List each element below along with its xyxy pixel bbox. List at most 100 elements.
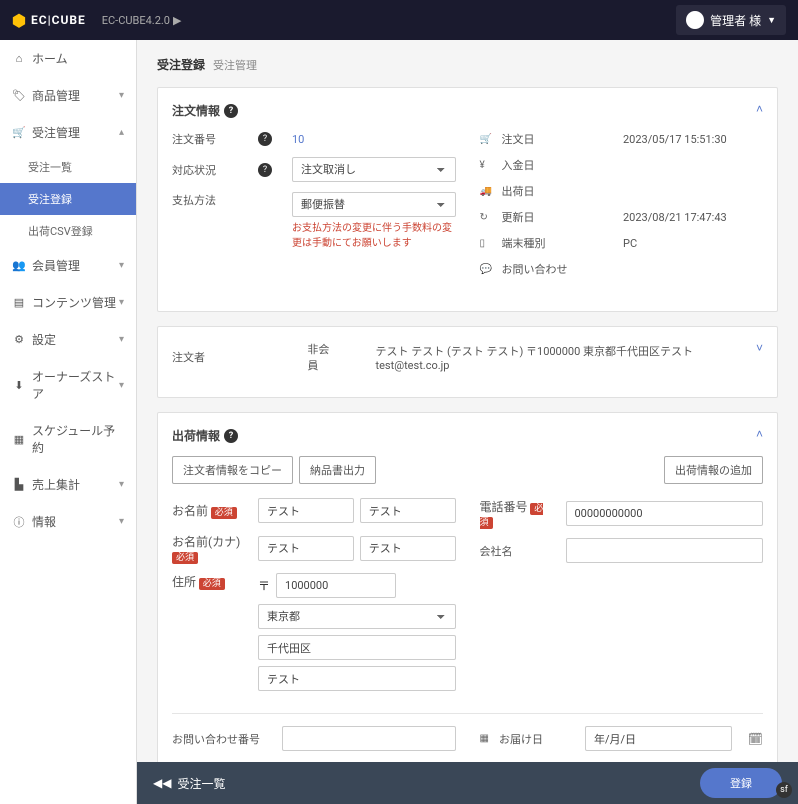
user-menu[interactable]: 管理者 様 ▼ — [676, 5, 786, 35]
users-icon: 👥 — [12, 259, 26, 272]
back-link[interactable]: ◀◀ 受注一覧 — [153, 775, 225, 792]
chart-icon: ▙ — [12, 478, 26, 491]
name-label: お名前 必須 — [172, 502, 248, 519]
sidebar-item-info[interactable]: ⓘ情報▾ — [0, 503, 136, 540]
customer-card: 注文者 非会員 テスト テスト (テスト テスト) 〒1000000 東京都千代… — [157, 326, 778, 398]
tel-label: 電話番号 必須 — [480, 498, 556, 528]
customer-label: 注文者 — [172, 349, 248, 365]
chevron-up-icon: ▴ — [119, 127, 124, 138]
payment-label: 支払方法 — [172, 192, 248, 208]
collapse-icon[interactable]: ˄ — [756, 102, 763, 116]
device-label: 端末種別 — [502, 235, 546, 251]
order-no-label: 注文番号 — [172, 131, 248, 147]
tel-input[interactable] — [566, 501, 764, 526]
yen-icon: ¥ — [480, 160, 492, 171]
double-chevron-left-icon: ◀◀ — [153, 776, 171, 790]
slip-output-button[interactable]: 納品書出力 — [299, 456, 376, 484]
order-date-value: 2023/05/17 15:51:30 — [623, 133, 763, 146]
chevron-down-icon: ▼ — [767, 15, 776, 26]
cart-icon: 🛒 — [12, 126, 26, 139]
payment-select[interactable]: 郵便振替 — [292, 192, 456, 217]
device-value: PC — [623, 237, 763, 250]
user-label: 管理者 様 — [710, 12, 761, 29]
copy-customer-button[interactable]: 注文者情報をコピー — [172, 456, 293, 484]
city-input[interactable] — [258, 635, 456, 660]
kana1-input[interactable] — [258, 536, 354, 561]
main-content: 受注登録 受注管理 注文情報 ? ˄ 注文番号 ? 10 対応状況 — [137, 40, 798, 762]
sidebar: ⌂ホーム 🏷商品管理▾ 🛒受注管理▴ 受注一覧 受注登録 出荷CSV登録 👥会員… — [0, 40, 137, 804]
help-icon[interactable]: ? — [224, 429, 238, 443]
chat-icon: 💬 — [480, 264, 492, 275]
app-logo: ⬢ EC|CUBE — [12, 11, 86, 30]
register-button[interactable]: 登録 — [700, 768, 782, 798]
payment-date-label: 入金日 — [502, 157, 535, 173]
payment-note: お支払方法の変更に伴う手数料の変更は手動にてお願いします — [292, 219, 456, 249]
delivery-date-label: お届け日 — [499, 731, 575, 747]
name1-input[interactable] — [258, 498, 354, 523]
name2-input[interactable] — [360, 498, 456, 523]
pref-select[interactable]: 東京都 — [258, 604, 456, 629]
collapse-icon[interactable]: ˄ — [756, 427, 763, 441]
calendar-icon: ▦ — [12, 433, 26, 446]
chevron-down-icon: ▾ — [119, 260, 124, 271]
user-icon — [686, 11, 704, 29]
help-icon[interactable]: ? — [224, 104, 238, 118]
logo-text: EC|CUBE — [31, 13, 86, 27]
chevron-down-icon: ▾ — [119, 516, 124, 527]
sidebar-item-product[interactable]: 🏷商品管理▾ — [0, 77, 136, 114]
help-icon[interactable]: ? — [258, 132, 272, 146]
kana2-input[interactable] — [360, 536, 456, 561]
street-input[interactable] — [258, 666, 456, 691]
contact-no-label: お問い合わせ番号 — [172, 731, 272, 747]
sidebar-sub-order-csv[interactable]: 出荷CSV登録 — [0, 215, 136, 247]
order-info-card: 注文情報 ? ˄ 注文番号 ? 10 対応状況 ? 注文取消し — [157, 87, 778, 312]
sidebar-item-member[interactable]: 👥会員管理▾ — [0, 247, 136, 284]
addr-label: 住所 必須 — [172, 573, 248, 590]
sidebar-item-home[interactable]: ⌂ホーム — [0, 40, 136, 77]
tag-icon: 🏷 — [12, 89, 26, 102]
collapse-icon[interactable]: ˅ — [756, 341, 763, 355]
status-select[interactable]: 注文取消し — [292, 157, 456, 182]
zip-prefix: 〒 — [258, 577, 270, 594]
zip-input[interactable] — [276, 573, 396, 598]
debug-badge[interactable]: sf — [776, 782, 792, 798]
sidebar-item-sales[interactable]: ▙売上集計▾ — [0, 466, 136, 503]
sidebar-item-owners[interactable]: ⬇オーナーズストア▾ — [0, 358, 136, 412]
page-title: 受注登録 受注管理 — [157, 56, 778, 73]
breadcrumb: 受注管理 — [213, 57, 257, 73]
help-icon[interactable]: ? — [258, 163, 272, 177]
calendar-picker-icon[interactable]: 🗓 — [748, 732, 763, 746]
sidebar-item-content[interactable]: ▤コンテンツ管理▾ — [0, 284, 136, 321]
truck-icon: 🚚 — [480, 186, 492, 197]
delivery-date-input[interactable] — [585, 726, 732, 751]
chevron-down-icon: ▾ — [119, 380, 124, 391]
device-icon: ▯ — [480, 238, 492, 249]
app-header: ⬢ EC|CUBE EC-CUBE4.2.0 ▶ 管理者 様 ▼ — [0, 0, 798, 40]
order-no-value[interactable]: 10 — [292, 133, 304, 146]
status-label: 対応状況 — [172, 162, 248, 178]
contact-no-input[interactable] — [282, 726, 456, 751]
sidebar-sub-order-register[interactable]: 受注登録 — [0, 183, 136, 215]
chevron-right-icon: ▶ — [173, 14, 181, 27]
contact-label: お問い合わせ — [502, 261, 568, 277]
customer-summary: テスト テスト (テスト テスト) 〒1000000 東京都千代田区テスト te… — [376, 343, 764, 372]
chevron-down-icon: ▾ — [119, 297, 124, 308]
refresh-icon: ↻ — [480, 212, 492, 223]
company-input[interactable] — [566, 538, 764, 563]
update-date-value: 2023/08/21 17:47:43 — [623, 211, 763, 224]
kana-label: お名前(カナ) 必須 — [172, 533, 248, 563]
ship-date-label: 出荷日 — [502, 183, 535, 199]
chevron-down-icon: ▾ — [119, 334, 124, 345]
doc-icon: ▤ — [12, 296, 26, 309]
add-shipment-button[interactable]: 出荷情報の追加 — [664, 456, 763, 484]
bottom-bar: ◀◀ 受注一覧 登録 — [137, 762, 798, 804]
company-label: 会社名 — [480, 543, 556, 559]
card-title-order-info: 注文情報 ? — [172, 102, 763, 119]
sidebar-item-settings[interactable]: ⚙設定▾ — [0, 321, 136, 358]
sidebar-sub-order-list[interactable]: 受注一覧 — [0, 151, 136, 183]
version-badge[interactable]: EC-CUBE4.2.0 ▶ — [102, 13, 182, 27]
chevron-down-icon: ▾ — [119, 90, 124, 101]
sidebar-item-schedule[interactable]: ▦スケジュール予約 — [0, 412, 136, 466]
sidebar-item-order[interactable]: 🛒受注管理▴ — [0, 114, 136, 151]
calendar-icon: ▦ — [480, 733, 489, 744]
